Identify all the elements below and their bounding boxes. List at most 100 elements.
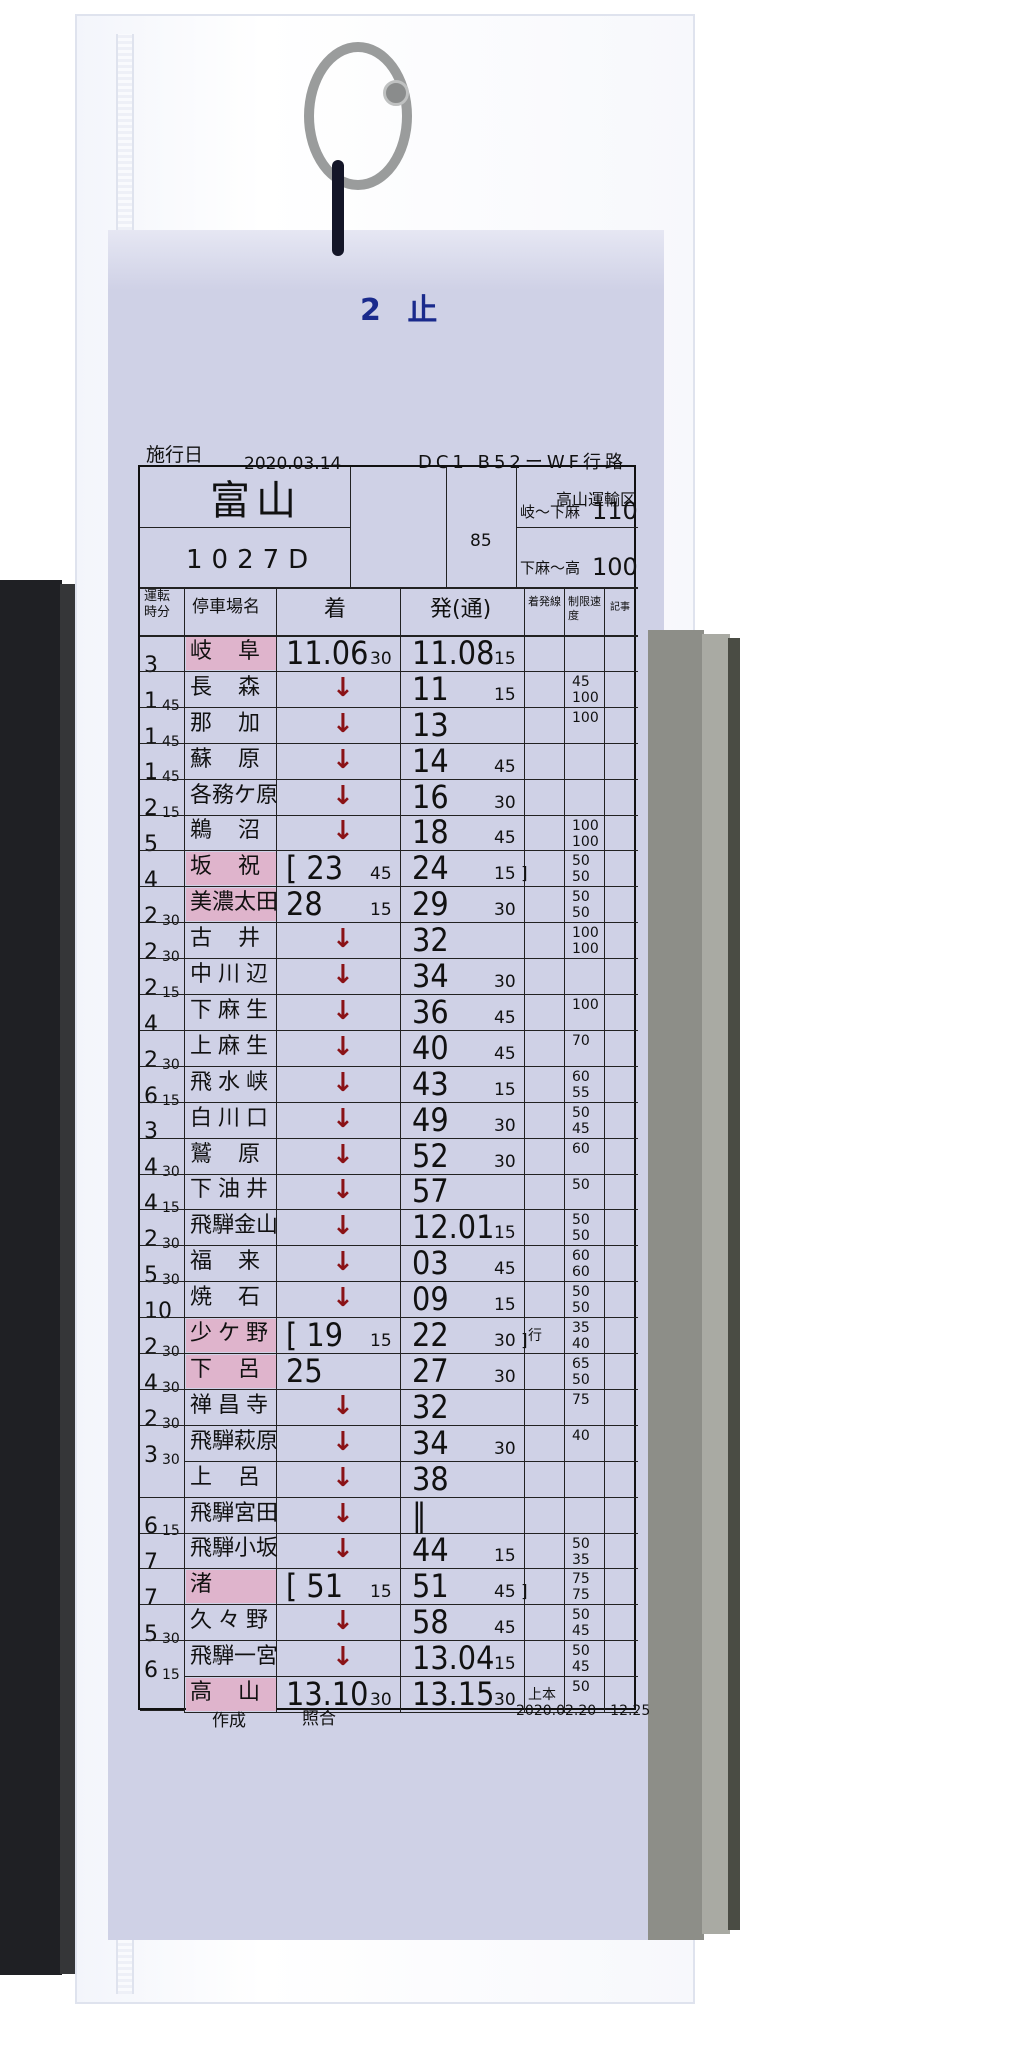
column-rule [564, 587, 565, 1712]
holder-right [648, 630, 704, 1940]
row-rule [184, 1424, 638, 1426]
header-rule [350, 467, 351, 587]
timetable-grid: 富山 1027D 85 岐～下麻 110 下麻～高 100 運転時分 停車場名着発(通) 着発線制… [138, 465, 638, 1714]
down-arrow-icon: ↓ [332, 1462, 354, 1493]
row-rule [184, 1245, 638, 1247]
run-time-seconds: 30 [162, 1415, 180, 1432]
speed-limit: 45 [572, 1120, 590, 1137]
speed-limit: 40 [572, 1336, 590, 1353]
run-time-seconds: 30 [162, 948, 180, 965]
down-arrow-icon: ↓ [332, 780, 354, 811]
station-name: 中川辺 [190, 962, 275, 988]
holder-left [0, 580, 62, 1975]
departure-time: 09 [412, 1280, 449, 1319]
station-name: 蘇原 [190, 746, 287, 772]
arrival-time: 11.06 [286, 633, 369, 672]
run-rule [140, 635, 184, 636]
station-name: 各務ケ原 [190, 782, 279, 808]
down-arrow-icon: ↓ [332, 744, 354, 775]
run-rule [140, 1209, 184, 1211]
departure-time: 32 [412, 1387, 449, 1426]
down-arrow-icon: ↓ [332, 924, 354, 955]
run-time-minutes: 4 [144, 868, 158, 894]
row-rule [184, 1101, 638, 1103]
run-time-seconds: 30 [162, 913, 180, 930]
row-rule [184, 1353, 638, 1354]
down-arrow-icon: ↓ [332, 1103, 354, 1134]
arrival-time: 28 [286, 885, 323, 924]
departure-time: 32 [412, 921, 449, 960]
run-rule [140, 1029, 184, 1031]
row-rule [184, 1532, 638, 1534]
row-rule [184, 886, 638, 888]
departure-time: 38 [412, 1459, 449, 1498]
arrival-time: 25 [286, 1351, 323, 1390]
speed-limit: 75 [572, 1587, 590, 1604]
speed-value-2: 100 [592, 553, 638, 581]
key-ring-icon[interactable] [304, 42, 412, 190]
run-time-seconds: 30 [162, 1631, 180, 1648]
speed-limit: 50 [572, 1372, 590, 1388]
footer-made: 作成 [212, 1711, 246, 1731]
arrival-time: [ 19 [286, 1316, 343, 1355]
down-arrow-icon: ↓ [332, 816, 354, 847]
row-rule [184, 1640, 638, 1642]
run-rule [140, 742, 184, 744]
run-time-minutes: 2 [144, 975, 158, 1001]
column-rule [400, 587, 401, 1712]
down-arrow-icon: ↓ [332, 1031, 354, 1062]
holder-right-edge [728, 638, 740, 1930]
col-run-time: 運転時分 [144, 589, 171, 620]
down-arrow-icon: ↓ [332, 1211, 354, 1242]
run-time-minutes: 2 [144, 1047, 158, 1073]
run-rule [140, 1317, 184, 1319]
station-name: 上麻生 [190, 1033, 275, 1059]
speed-limit: 100 [572, 817, 599, 834]
station-name: 下油井 [190, 1177, 275, 1203]
run-rule [140, 1137, 184, 1139]
departure-time: 12.01 [412, 1208, 495, 1247]
speed-limit: 35 [572, 1551, 590, 1568]
down-arrow-icon: ↓ [332, 1534, 354, 1565]
footer-checked: 照合 [302, 1709, 336, 1729]
down-arrow-icon: ↓ [332, 1139, 354, 1170]
col-station: 停車場名 [192, 597, 260, 617]
run-time-seconds: 15 [162, 1523, 180, 1540]
row-rule [184, 1496, 638, 1498]
run-time-minutes: 5 [144, 1263, 158, 1289]
departure-time: 13.04 [412, 1639, 495, 1678]
station-name: 福来 [190, 1249, 287, 1275]
row-rule [184, 1460, 638, 1462]
row-rule [184, 1568, 638, 1570]
arrival-seconds: 15 [370, 900, 392, 921]
row-rule [184, 1029, 638, 1031]
run-time-seconds: 15 [162, 805, 180, 822]
run-rule [140, 850, 184, 852]
arrival-seconds: 15 [370, 1582, 392, 1603]
speed-limit: 45 [572, 1623, 590, 1640]
run-rule [140, 1532, 184, 1534]
departure-time: 13 [412, 705, 449, 744]
departure-seconds: 30 [494, 972, 516, 993]
speed-limit: 75 [572, 1391, 590, 1408]
departure-seconds: 15 [494, 1079, 516, 1100]
row-rule [184, 1388, 638, 1390]
run-time-seconds: 15 [162, 1092, 180, 1109]
departure-time: 57 [412, 1172, 449, 1211]
departure-seconds: 30 [494, 1366, 516, 1387]
speed-limit: 50 [572, 1228, 590, 1245]
run-time-seconds: 45 [162, 733, 180, 750]
speed-limit: 100 [572, 925, 599, 942]
run-time-minutes: 10 [144, 1298, 172, 1324]
departure-seconds: 15 [494, 1546, 516, 1567]
station-name: 飛水峡 [190, 1069, 275, 1095]
run-rule [140, 1353, 184, 1354]
row-rule [184, 670, 638, 672]
run-time-seconds: 45 [162, 697, 180, 714]
run-time-seconds: 30 [162, 1272, 180, 1289]
speed-limit: 60 [572, 1140, 590, 1157]
run-time-seconds: 15 [162, 1666, 180, 1683]
run-rule [140, 1101, 184, 1103]
station-name: 渚 [190, 1572, 239, 1598]
departure-time: 13.15 [412, 1675, 495, 1714]
